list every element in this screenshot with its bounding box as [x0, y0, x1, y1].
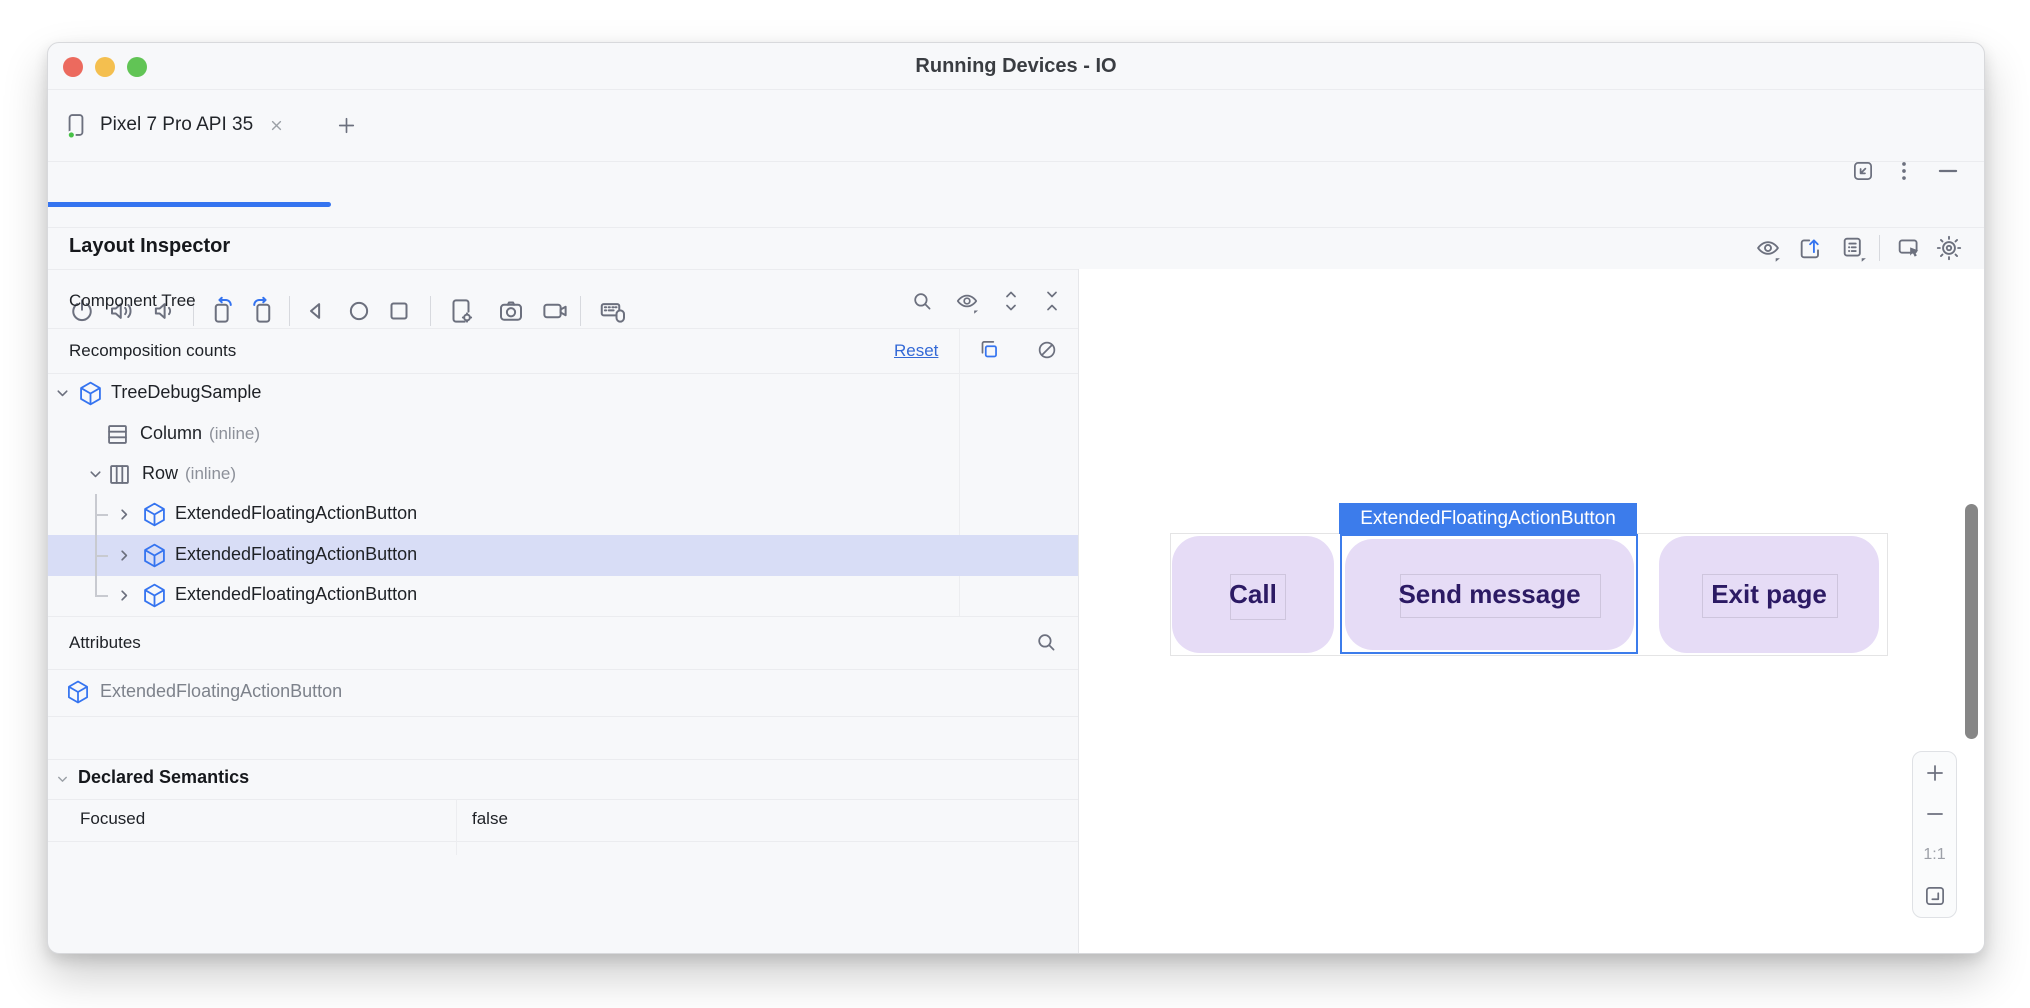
tree-row-treedebugsample[interactable]: TreeDebugSample — [48, 373, 1078, 414]
layout-inspector-title: Layout Inspector — [69, 235, 230, 258]
selection-badge: ExtendedFloatingActionButton — [1339, 503, 1637, 534]
compose-node-icon — [140, 541, 169, 575]
fit-to-window-icon[interactable] — [1912, 876, 1957, 916]
layout-inspector-header: Layout Inspector — [48, 227, 1984, 269]
zoom-in-button[interactable] — [1912, 753, 1957, 793]
vertical-scrollbar[interactable] — [1965, 504, 1978, 739]
chevron-down-icon[interactable] — [83, 462, 107, 486]
zoom-actual-size-button[interactable]: 1:1 — [1912, 835, 1957, 875]
semantics-key: Focused — [80, 809, 145, 829]
titlebar: Running Devices - IO — [48, 43, 1984, 89]
component-tree-options-icon[interactable] — [1836, 230, 1872, 266]
chevron-down-icon[interactable] — [50, 381, 74, 405]
tree-node-label: Column — [140, 423, 202, 443]
tree-node-label: ExtendedFloatingActionButton — [175, 544, 417, 565]
recomposition-counts-icon[interactable] — [971, 332, 1007, 368]
device-preview-panel: Call ExtendedFloatingActionButton Send m… — [1078, 269, 1985, 953]
tree-node-label: ExtendedFloatingActionButton — [175, 584, 417, 605]
inline-suffix: (inline) — [209, 424, 260, 443]
export-snapshot-icon[interactable] — [1793, 230, 1829, 266]
compose-node-icon — [64, 678, 92, 711]
tree-row-column[interactable]: Column (inline) — [48, 414, 1078, 455]
tree-row-efab-2-selected[interactable]: ExtendedFloatingActionButton — [48, 535, 1078, 576]
fab-call-label: Call — [1172, 536, 1334, 653]
row-layout-icon — [106, 461, 133, 493]
attributes-title: Attributes — [69, 633, 141, 653]
fab-exit-page-label: Exit page — [1659, 536, 1879, 653]
component-tree-panel: Component Tree Recomposition counts Rese… — [48, 269, 1078, 953]
highlight-eye-icon[interactable] — [949, 283, 985, 319]
expand-all-icon[interactable] — [993, 283, 1029, 319]
attributes-search-icon[interactable] — [1028, 624, 1064, 660]
tree-row-efab-3[interactable]: ExtendedFloatingActionButton — [48, 575, 1078, 616]
chevron-down-icon[interactable] — [50, 767, 74, 791]
fab-send-message-label: Send message — [1345, 539, 1634, 650]
compose-node-icon — [76, 379, 105, 413]
close-tab-icon[interactable] — [263, 112, 289, 138]
compose-node-icon — [140, 500, 169, 534]
view-options-eye-icon[interactable] — [1750, 230, 1786, 266]
zoom-controls: 1:1 — [1912, 751, 1957, 918]
component-tree: TreeDebugSample Column (inline) Row (inlin… — [48, 373, 1078, 616]
tree-row-row[interactable]: Row (inline) — [48, 454, 1078, 495]
window-title: Running Devices - IO — [48, 43, 1984, 89]
inline-suffix: (inline) — [185, 464, 236, 483]
tab-bar: Pixel 7 Pro API 35 — [48, 89, 1984, 161]
settings-gear-icon[interactable] — [1931, 230, 1967, 266]
device-toolbar — [48, 161, 1984, 227]
chevron-right-icon[interactable] — [112, 502, 136, 526]
tree-node-label: Row — [142, 463, 178, 483]
chevron-right-icon[interactable] — [112, 543, 136, 567]
reset-link[interactable]: Reset — [894, 341, 938, 361]
component-tree-title: Component Tree — [69, 291, 196, 311]
recomposition-counts-label: Recomposition counts — [69, 341, 236, 361]
compose-node-icon — [140, 581, 169, 615]
tree-row-efab-1[interactable]: ExtendedFloatingActionButton — [48, 494, 1078, 535]
tab-pixel-7-pro[interactable]: Pixel 7 Pro API 35 — [62, 89, 289, 161]
running-devices-window: Running Devices - IO Pixel 7 Pro API 35 — [47, 42, 1985, 954]
tree-node-label: ExtendedFloatingActionButton — [175, 503, 417, 524]
phone-online-icon — [62, 111, 90, 139]
declared-semantics-title: Declared Semantics — [78, 767, 249, 788]
new-tab-icon[interactable] — [328, 107, 364, 143]
tab-label: Pixel 7 Pro API 35 — [100, 114, 253, 136]
select-component-icon[interactable] — [1891, 230, 1927, 266]
zoom-out-button[interactable] — [1912, 794, 1957, 834]
tree-node-label: TreeDebugSample — [111, 382, 261, 403]
semantics-value: false — [472, 809, 508, 829]
skip-counts-icon[interactable] — [1029, 332, 1065, 368]
column-layout-icon — [104, 421, 131, 453]
semantics-row-focused[interactable]: Focused false — [48, 799, 1078, 841]
attributes-component-row[interactable]: ExtendedFloatingActionButton — [48, 669, 1078, 716]
declared-semantics-header[interactable]: Declared Semantics — [48, 759, 1078, 799]
search-icon[interactable] — [904, 283, 940, 319]
chevron-right-icon[interactable] — [112, 583, 136, 607]
collapse-all-icon[interactable] — [1034, 283, 1070, 319]
attributes-component-name: ExtendedFloatingActionButton — [100, 681, 342, 702]
